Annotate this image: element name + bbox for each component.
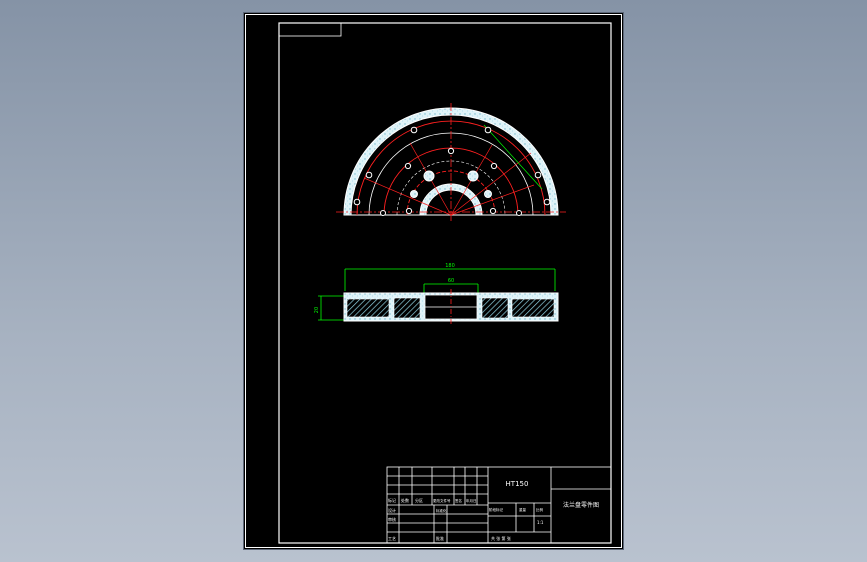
sheet-outer-border: [245, 14, 622, 548]
tb-weight: 重量: [519, 507, 527, 512]
part-name-label: 法兰盘零件图: [563, 501, 599, 509]
section-hatch-left: [346, 298, 390, 318]
flange-section-view: 180 60 20: [314, 263, 559, 325]
code-box: [278, 22, 342, 37]
tb-signature: 签名: [455, 498, 462, 503]
tb-change-doc: 更改文件号: [433, 498, 451, 503]
tb-standardize: 标准化: [436, 508, 447, 513]
tb-date: 年月日: [466, 498, 477, 503]
dimension-height: [318, 295, 344, 321]
tb-process: 工艺: [388, 536, 396, 541]
flange-top-view: [336, 103, 566, 221]
tb-sheets: 共 张 第 张: [491, 535, 511, 541]
drawing-frame: [278, 22, 612, 544]
drawing-canvas: 180 60 20 HT150 法兰盘零件图 标记 处数 分区 更改文件号 签名…: [245, 14, 622, 548]
dim-height-label: 20: [314, 307, 320, 313]
tb-review: 审核: [388, 516, 396, 522]
section-bolt-left: [393, 297, 421, 319]
dim-inner-label: 60: [448, 278, 454, 284]
section-bolt-right: [481, 297, 509, 319]
dim-overall-label: 180: [445, 263, 455, 269]
section-hatch-right: [511, 298, 555, 318]
tb-count: 处数: [401, 497, 409, 503]
tb-zone: 分区: [415, 497, 423, 503]
tb-mark: 标记: [388, 497, 396, 503]
tb-approve: 批准: [436, 535, 444, 541]
tb-scale: 比例: [536, 507, 544, 512]
tb-stage-mark: 阶段标记: [489, 507, 503, 512]
tb-design: 设计: [388, 507, 396, 513]
tb-scale-value: 1:1: [537, 520, 544, 525]
material-label: HT150: [506, 480, 529, 488]
drawing-sheet: 180 60 20 HT150 法兰盘零件图 标记 处数 分区 更改文件号 签名…: [243, 12, 624, 550]
